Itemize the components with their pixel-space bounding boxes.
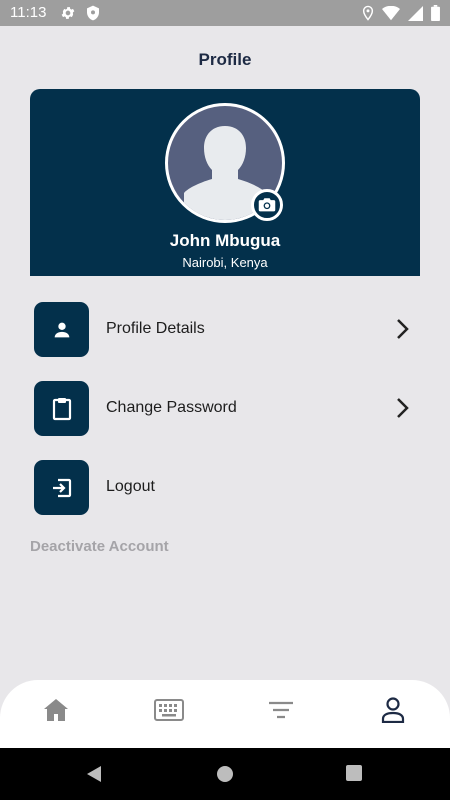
bottom-nav [0,680,450,748]
nav-filter[interactable] [263,692,299,728]
nav-home[interactable] [38,692,74,728]
home-icon [44,699,68,721]
clipboard-icon [52,397,71,420]
menu-label: Profile Details [106,320,205,337]
wifi-icon [382,5,400,26]
battery-icon [431,5,440,26]
nav-profile[interactable] [375,692,411,728]
menu-label: Change Password [106,399,237,416]
deactivate-account-link[interactable]: Deactivate Account [30,538,169,555]
logout-icon [52,478,71,497]
status-time: 11:13 [10,4,47,21]
menu-item-profile-details[interactable]: Profile Details [34,302,420,358]
keyboard-icon [154,699,184,721]
android-recents-button[interactable] [346,765,362,781]
camera-button[interactable] [251,189,283,221]
android-back-button[interactable] [86,765,102,783]
signal-icon [408,5,423,26]
page-title: Profile [198,50,252,69]
recents-square-icon [346,765,362,781]
back-triangle-icon [87,766,101,782]
profile-name: John Mbugua [169,231,281,250]
android-nav-bar [0,748,450,800]
chevron-right-icon [396,318,410,345]
nav-keyboard[interactable] [151,692,187,728]
menu-item-change-password[interactable]: Change Password [34,381,420,437]
home-circle-icon [217,766,233,782]
chevron-right-icon [396,397,410,424]
location-icon [362,5,374,26]
profile-card: John Mbugua Nairobi, Kenya [30,89,420,276]
person-icon [54,322,69,337]
gear-icon [60,5,76,26]
filter-icon [269,701,293,719]
profile-icon [381,697,405,723]
menu-label: Logout [106,478,155,495]
shield-icon [86,5,100,26]
camera-icon [258,198,276,212]
menu-item-logout[interactable]: Logout [34,460,420,516]
status-bar: 11:13 [0,0,450,26]
android-home-button[interactable] [216,765,234,783]
profile-location: Nairobi, Kenya [182,255,268,270]
